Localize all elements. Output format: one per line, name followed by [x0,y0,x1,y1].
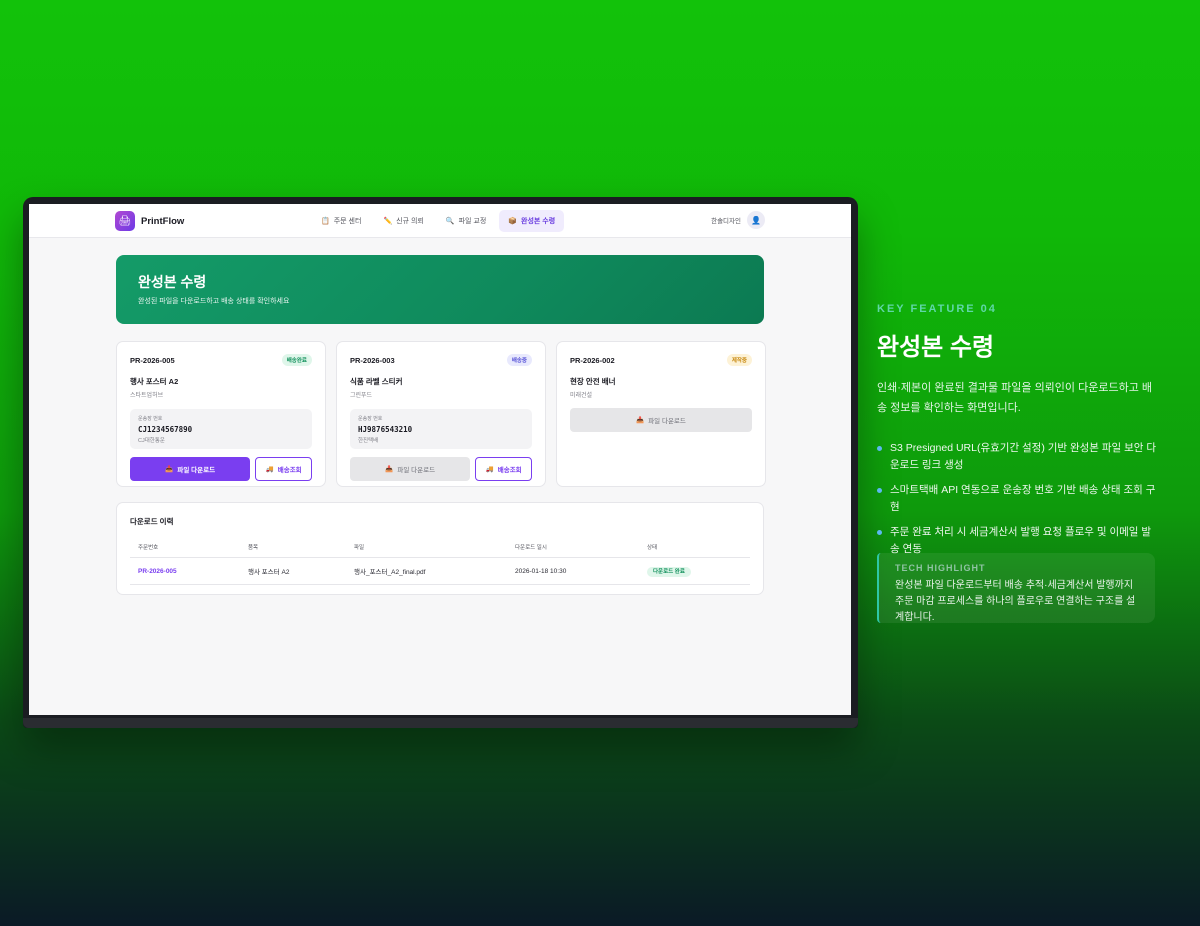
tab-label: 신규 의뢰 [396,218,424,225]
user-name: 한솔디자인 [711,218,741,225]
download-button[interactable]: 📥 파일 다운로드 [350,457,471,481]
download-icon: 📥 [636,417,645,424]
download-history: 다운로드 이력 주문번호 품목 파일 다운로드 일시 상태 PR-2026-00… [116,502,764,595]
tracking-number: CJ1234567890 [138,425,193,434]
tab-order-center[interactable]: 📋 주문 센터 [312,210,370,232]
page-subtitle: 완성된 파일을 다운로드하고 배송 상태를 확인하세요 [138,298,290,305]
track-label: 배송조회 [497,467,522,474]
courier-name: 한진택배 [358,438,379,444]
client-name: 미래건설 [570,393,593,399]
download-label: 파일 다운로드 [177,467,216,474]
app-screen: 🖨 PrintFlow 📋 주문 센터 ✏️ 신규 의뢰 🔍 파일 교정 📦 완… [29,204,851,715]
table-row: PR-2026-005 행사 포스터 A2 행사_포스터_A2_final.pd… [130,557,750,585]
status-badge: 다운로드 완료 [647,567,691,577]
column-header: 주문번호 [130,539,240,558]
truck-icon: 🚚 [485,466,494,473]
tracking-label: 운송장 번호 [358,416,383,422]
bullet-item: 스마트택배 API 연동으로 운송장 번호 기반 배송 상태 조회 구현 [877,482,1159,516]
order-card: PR-2026-003 배송중 식품 라벨 스티커 그린푸드 운송장 번호 HJ… [336,341,546,487]
tab-final-receipt[interactable]: 📦 완성본 수령 [499,210,565,232]
tech-highlight: TECH HIGHLIGHT 완성본 파일 다운로드부터 배송 추적·세금계산서… [877,553,1155,623]
feature-description: 인쇄·제본이 완료된 결과물 파일을 의뢰인이 다운로드하고 배송 정보를 확인… [877,382,1152,414]
tracking-label: 운송장 번호 [138,416,163,422]
order-card: PR-2026-002 제작중 현장 안전 배너 미래건설 📥 파일 다운로드 [556,341,766,487]
tab-label: 파일 교정 [458,218,487,225]
order-card: PR-2026-005 배송완료 행사 포스터 A2 스타트업허브 운송장 번호… [116,341,326,487]
download-label: 파일 다운로드 [648,418,686,425]
history-title: 다운로드 이력 [130,517,174,526]
top-navigation: 🖨 PrintFlow 📋 주문 센터 ✏️ 신규 의뢰 🔍 파일 교정 📦 완… [29,204,851,238]
track-shipping-button[interactable]: 🚚 배송조회 [475,457,532,481]
magnifier-icon: 🔍 [445,218,455,225]
laptop-frame: 🖨 PrintFlow 📋 주문 센터 ✏️ 신규 의뢰 🔍 파일 교정 📦 완… [23,197,858,728]
download-button[interactable]: 📥 파일 다운로드 [570,408,752,432]
tracking-box: 운송장 번호 CJ1234567890 CJ대한통운 [130,409,312,449]
user-menu[interactable]: 한솔디자인 👤 [711,211,765,229]
track-shipping-button[interactable]: 🚚 배송조회 [255,457,312,481]
courier-name: CJ대한통운 [138,438,165,444]
datetime-cell: 2026-01-18 10:30 [507,557,639,585]
page-hero: 완성본 수령 완성된 파일을 다운로드하고 배송 상태를 확인하세요 [116,255,764,324]
history-table: 주문번호 품목 파일 다운로드 일시 상태 PR-2026-005 행사 포스터… [130,539,750,585]
column-header: 품목 [240,539,346,558]
product-name: 현장 안전 배너 [570,377,616,386]
status-badge: 배송완료 [281,354,312,366]
tab-label: 주문 센터 [333,218,362,225]
feature-bullets: S3 Presigned URL(유효기간 설정) 기반 완성본 파일 보안 다… [877,440,1157,558]
tech-label: TECH HIGHLIGHT [895,563,986,573]
order-link[interactable]: PR-2026-005 [130,557,240,585]
pencil-icon: ✏️ [383,218,393,225]
column-header: 파일 [346,539,507,558]
download-icon: 📥 [165,466,174,473]
clipboard-icon: 📋 [321,218,330,225]
feature-title: 완성본 수령 [877,334,995,361]
file-cell: 행사_포스터_A2_final.pdf [346,557,507,585]
laptop-base [23,718,858,728]
avatar-icon[interactable]: 👤 [747,211,765,229]
bullet-item: S3 Presigned URL(유효기간 설정) 기반 완성본 파일 보안 다… [877,440,1159,474]
column-header: 다운로드 일시 [507,539,639,558]
order-id: PR-2026-003 [350,355,395,365]
package-icon: 📦 [508,218,518,225]
client-name: 스타트업허브 [130,393,164,399]
item-cell: 행사 포스터 A2 [240,557,346,585]
tech-text: 완성본 파일 다운로드부터 배송 추적·세금계산서 발행까지 주문 마감 프로세… [895,580,1136,623]
tracking-box: 운송장 번호 HJ9876543210 한진택배 [350,409,532,449]
order-id: PR-2026-002 [570,355,615,365]
download-button[interactable]: 📥 파일 다운로드 [130,457,251,481]
status-cell: 다운로드 완료 [639,557,750,585]
column-header: 상태 [639,539,750,558]
order-id: PR-2026-005 [130,355,175,365]
product-name: 행사 포스터 A2 [130,377,179,386]
download-icon: 📥 [385,466,394,473]
page-title: 완성본 수령 [138,274,207,290]
brand-name: PrintFlow [141,215,185,227]
track-label: 배송조회 [277,467,302,474]
brand-logo[interactable]: 🖨 PrintFlow [115,211,184,231]
tracking-number: HJ9876543210 [358,425,413,434]
tab-new-request[interactable]: ✏️ 신규 의뢰 [374,210,432,232]
client-name: 그린푸드 [350,393,373,399]
status-badge: 제작중 [726,354,752,366]
feature-eyebrow: KEY FEATURE 04 [877,303,997,315]
download-label: 파일 다운로드 [397,467,436,474]
nav-tabs: 📋 주문 센터 ✏️ 신규 의뢰 🔍 파일 교정 📦 완성본 수령 [312,210,565,232]
order-cards: PR-2026-005 배송완료 행사 포스터 A2 스타트업허브 운송장 번호… [116,341,766,487]
feature-panel: KEY FEATURE 04 완성본 수령 인쇄·제본이 완료된 결과물 파일을… [877,303,1157,566]
tab-label: 완성본 수령 [521,218,556,225]
product-name: 식품 라벨 스티커 [350,377,403,386]
tab-file-proofing[interactable]: 🔍 파일 교정 [437,210,495,232]
printer-icon: 🖨 [115,211,135,231]
status-badge: 배송중 [506,354,532,366]
truck-icon: 🚚 [265,466,274,473]
